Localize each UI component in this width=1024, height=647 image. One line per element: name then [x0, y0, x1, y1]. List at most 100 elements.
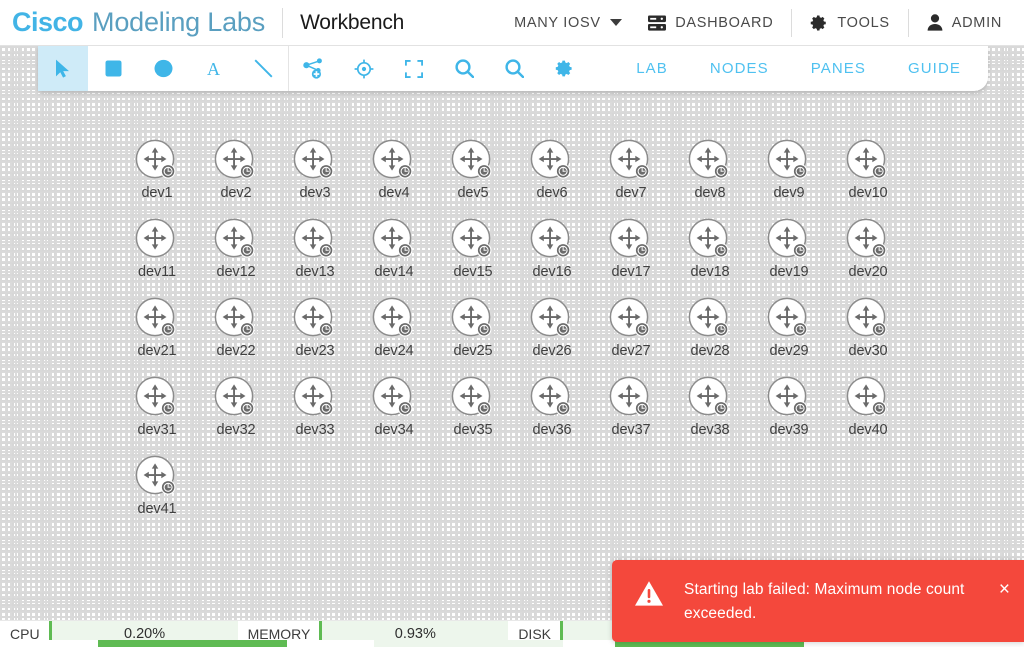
- gear-icon: [810, 14, 828, 32]
- canvas-node[interactable]: dev3: [276, 138, 354, 201]
- zoom-in-tool[interactable]: [489, 46, 539, 91]
- router-icon: [134, 375, 180, 421]
- canvas-node[interactable]: dev21: [118, 296, 196, 359]
- canvas-node[interactable]: dev28: [671, 296, 749, 359]
- canvas-node-label: dev24: [374, 343, 414, 359]
- fit-screen-tool[interactable]: [389, 46, 439, 91]
- router-icon: [371, 375, 417, 421]
- router-icon: [766, 217, 812, 263]
- canvas-node[interactable]: dev33: [276, 375, 354, 438]
- lab-selector[interactable]: MANY IOSV: [514, 15, 622, 31]
- canvas-node-label: dev11: [138, 264, 176, 280]
- canvas-node[interactable]: dev12: [197, 217, 275, 280]
- canvas-node[interactable]: dev32: [197, 375, 275, 438]
- canvas-node[interactable]: dev27: [592, 296, 670, 359]
- tab-nodes[interactable]: NODES: [689, 46, 790, 91]
- add-node-tool[interactable]: [289, 46, 339, 91]
- line-tool[interactable]: [238, 46, 288, 91]
- text-a-icon: A: [205, 60, 222, 78]
- ellipse-tool[interactable]: [138, 46, 188, 91]
- canvas-node[interactable]: dev7: [592, 138, 670, 201]
- canvas-node[interactable]: dev13: [276, 217, 354, 280]
- router-icon: [766, 296, 812, 342]
- nav-tools[interactable]: TOOLS: [792, 9, 907, 37]
- tab-panes[interactable]: PANES: [790, 46, 887, 91]
- canvas-node[interactable]: dev15: [434, 217, 512, 280]
- router-icon: [529, 375, 575, 421]
- text-tool[interactable]: A: [188, 46, 238, 91]
- canvas-node[interactable]: dev4: [355, 138, 433, 201]
- canvas-node[interactable]: dev41: [118, 454, 196, 517]
- center-view-tool[interactable]: [339, 46, 389, 91]
- canvas-node-label: dev35: [453, 422, 493, 438]
- canvas-node[interactable]: dev5: [434, 138, 512, 201]
- canvas-node-label: dev20: [848, 264, 888, 280]
- canvas-node[interactable]: dev1: [118, 138, 196, 201]
- canvas-node[interactable]: dev34: [355, 375, 433, 438]
- canvas-node-label: dev16: [532, 264, 572, 280]
- canvas-node[interactable]: dev31: [118, 375, 196, 438]
- router-icon: [292, 217, 338, 263]
- router-icon: [371, 138, 417, 184]
- canvas-node[interactable]: dev36: [513, 375, 591, 438]
- canvas-node[interactable]: dev8: [671, 138, 749, 201]
- canvas-node[interactable]: dev6: [513, 138, 591, 201]
- canvas-node[interactable]: dev10: [829, 138, 907, 201]
- close-icon[interactable]: ×: [999, 580, 1010, 599]
- canvas-node[interactable]: dev38: [671, 375, 749, 438]
- tab-lab[interactable]: LAB: [615, 46, 689, 91]
- canvas-node[interactable]: dev26: [513, 296, 591, 359]
- router-icon: [608, 375, 654, 421]
- nav-dashboard[interactable]: DASHBOARD: [630, 9, 791, 37]
- strip-memory: [374, 640, 563, 647]
- zoom-out-tool[interactable]: [439, 46, 489, 91]
- canvas-node[interactable]: dev35: [434, 375, 512, 438]
- router-icon: [766, 138, 812, 184]
- add-node-icon: [303, 58, 325, 79]
- workbench-app: Cisco Modeling Labs Workbench MANY IOSV: [0, 0, 1024, 647]
- canvas-node[interactable]: dev16: [513, 217, 591, 280]
- canvas-node[interactable]: dev23: [276, 296, 354, 359]
- zoom-in-icon: [504, 59, 524, 78]
- canvas-node-label: dev40: [848, 422, 888, 438]
- rectangle-tool[interactable]: [88, 46, 138, 91]
- router-icon: [450, 296, 496, 342]
- canvas-node[interactable]: dev11: [118, 217, 196, 280]
- tab-guide[interactable]: GUIDE: [887, 46, 982, 91]
- canvas-node[interactable]: dev40: [829, 375, 907, 438]
- settings-tool[interactable]: [539, 46, 589, 91]
- canvas-node-label: dev2: [220, 185, 252, 201]
- canvas-node[interactable]: dev9: [750, 138, 828, 201]
- router-icon: [687, 138, 733, 184]
- canvas-node[interactable]: dev22: [197, 296, 275, 359]
- canvas-node-label: dev41: [137, 501, 177, 517]
- router-icon: [292, 138, 338, 184]
- router-icon: [529, 138, 575, 184]
- canvas-node[interactable]: dev2: [197, 138, 275, 201]
- router-icon: [529, 217, 575, 263]
- lab-canvas[interactable]: dev1 dev2 dev3 dev4 dev5 dev6 dev7 dev8 dev9 dev1…: [0, 46, 1024, 620]
- canvas-node[interactable]: dev20: [829, 217, 907, 280]
- canvas-node[interactable]: dev39: [750, 375, 828, 438]
- canvas-node[interactable]: dev18: [671, 217, 749, 280]
- canvas-node-label: dev6: [536, 185, 568, 201]
- select-tool[interactable]: [38, 46, 88, 91]
- canvas-node[interactable]: dev30: [829, 296, 907, 359]
- router-icon: [845, 138, 891, 184]
- canvas-node[interactable]: dev25: [434, 296, 512, 359]
- header-divider: [282, 7, 284, 38]
- canvas-node[interactable]: dev17: [592, 217, 670, 280]
- nav-admin[interactable]: ADMIN: [909, 9, 1024, 37]
- canvas-node[interactable]: dev37: [592, 375, 670, 438]
- brand-logo[interactable]: Cisco Modeling Labs: [0, 7, 265, 38]
- server-icon: [648, 15, 667, 31]
- canvas-node[interactable]: dev24: [355, 296, 433, 359]
- canvas-node[interactable]: dev14: [355, 217, 433, 280]
- canvas-node[interactable]: dev29: [750, 296, 828, 359]
- router-icon: [687, 296, 733, 342]
- error-toast-message: Starting lab failed: Maximum node count …: [684, 581, 965, 623]
- canvas-node[interactable]: dev19: [750, 217, 828, 280]
- nav-tools-label: TOOLS: [837, 14, 890, 31]
- canvas-node-label: dev5: [457, 185, 489, 201]
- router-icon: [845, 375, 891, 421]
